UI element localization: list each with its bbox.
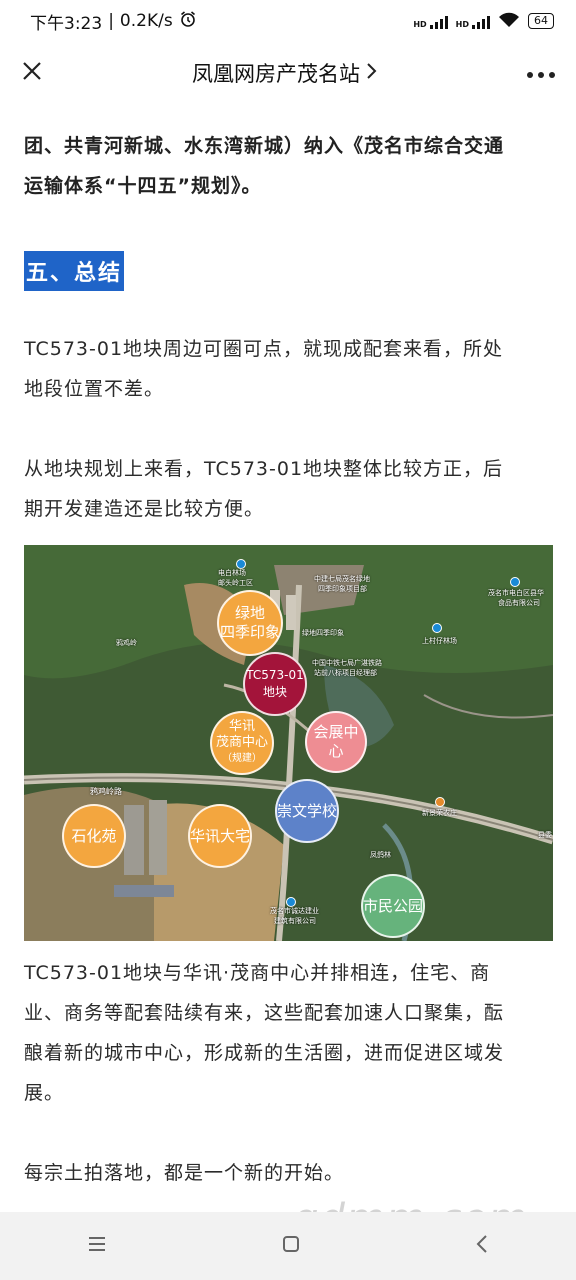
- map-background: [24, 545, 553, 941]
- more-icon[interactable]: [526, 64, 556, 83]
- map-poi-label: 凤鸽林: [370, 851, 391, 859]
- map-pin-icon: [236, 559, 246, 569]
- bubble-label: 四季印象: [219, 623, 280, 641]
- paragraph-line: TC573-01地块周边可圈可点，就现成配套来看，所处: [24, 338, 504, 360]
- bubble-citizen-park: 市民公园: [361, 874, 425, 938]
- map-pin-icon: [286, 897, 296, 907]
- intro-paragraph-line: 团、共青河新城、水东湾新城）纳入《茂名市综合交通: [24, 135, 505, 157]
- top-nav-bar: 凤凰网房产茂名站: [0, 42, 576, 104]
- back-icon[interactable]: [474, 1233, 490, 1259]
- map-poi-label: 鸦鸡岭: [116, 639, 137, 647]
- map-poi-label: 茂名市诚达建业: [270, 907, 319, 915]
- map-poi-label: 中建七局茂名绿地: [314, 575, 370, 583]
- bubble-huaxun-maoshang: 华讯 茂商中心 （规建）: [210, 711, 274, 775]
- map-poi-label: 邮头岭工区: [218, 579, 253, 587]
- page-title: 凤凰网房产茂名站: [192, 62, 360, 86]
- wifi-icon: [498, 12, 520, 31]
- bubble-label: 石化苑: [71, 826, 117, 845]
- bubble-plot-tc573-01: TC573-01 地块: [243, 652, 307, 716]
- bubble-label: 华讯: [228, 719, 255, 734]
- alarm-icon: [179, 10, 197, 33]
- map-poi-label: 鸦鸡岭路: [90, 787, 122, 796]
- status-bar: 下午3:23 | 0.2K/s HD HD 64: [0, 0, 576, 42]
- bubble-label: 茂商中心: [215, 735, 268, 750]
- intro-paragraph-line: 运输体系“十四五”规划》。: [24, 175, 262, 197]
- battery-icon: 64: [528, 13, 554, 29]
- paragraph-line: 酿着新的城市中心，形成新的生活圈，进而促进区域发: [24, 1042, 505, 1064]
- map-poi-label: 电白林场: [218, 569, 246, 577]
- map-poi-label: 绿地四季印象: [302, 629, 344, 637]
- map-poi-label: 中国中铁七局广湛铁路: [312, 659, 382, 667]
- page-title-link[interactable]: 凤凰网房产茂名站: [192, 58, 378, 88]
- map-poi-label: 四季印象项目部: [318, 585, 367, 593]
- map-poi-label: 站前八标项目经理部: [314, 669, 377, 677]
- bubble-label: （规建）: [222, 753, 262, 764]
- status-time: 下午3:23: [30, 13, 103, 34]
- paragraph-line: 从地块规划上来看，TC573-01地块整体比较方正，后: [24, 458, 504, 480]
- bubble-huaxun-dazhai: 华讯大宅: [188, 804, 252, 868]
- paragraph-line: 业、商务等配套陆续有来，这些配套加速人口聚集，酝: [24, 1002, 505, 1024]
- paragraph-line: 每宗土拍落地，都是一个新的开始。: [24, 1162, 345, 1184]
- chevron-right-icon: [366, 61, 378, 85]
- map-poi-label: 建筑有限公司: [274, 917, 316, 925]
- bubble-lvdi-sijiyinxiang: 绿地 四季印象: [217, 590, 283, 656]
- hd-signal-icon-2: HD: [456, 13, 490, 29]
- map-poi-label: 县委: [538, 831, 552, 839]
- bubble-label: 地块: [262, 685, 287, 699]
- paragraph-line: 展。: [24, 1082, 65, 1104]
- home-icon[interactable]: [280, 1233, 302, 1259]
- article-content: 团、共青河新城、水东湾新城）纳入《茂名市综合交通 运输体系“十四五”规划》。 五…: [0, 104, 576, 1212]
- bubble-label: 会展中心: [313, 723, 359, 760]
- map-poi-label: 食品有限公司: [498, 599, 540, 607]
- bubble-label: 华讯大宅: [190, 826, 251, 845]
- bubble-label: 崇文学校: [277, 801, 338, 820]
- system-nav-bar: [0, 1212, 576, 1280]
- menu-icon[interactable]: [86, 1235, 108, 1257]
- bubble-label: TC573-01: [246, 668, 304, 682]
- hd-signal-icon: HD: [413, 13, 448, 29]
- map-poi-label: 上村仔林场: [422, 637, 457, 645]
- section-heading: 五、总结: [24, 251, 125, 291]
- close-icon[interactable]: [20, 59, 44, 87]
- bubble-chongwen-school: 崇文学校: [275, 779, 339, 843]
- map-pin-icon: [510, 577, 520, 587]
- status-separator: |: [108, 11, 114, 31]
- map-pin-icon: [432, 623, 442, 633]
- paragraph-line: 期开发建造还是比较方便。: [24, 498, 265, 520]
- bubble-label: 市民公园: [363, 896, 424, 915]
- bubble-label: 绿地: [234, 604, 265, 622]
- paragraph-line: 地段位置不差。: [24, 378, 165, 400]
- bubble-expo-center: 会展中心: [305, 711, 367, 773]
- satellite-map-image[interactable]: 电白林场 邮头岭工区 中建七局茂名绿地 四季印象项目部 绿地四季印象 上村仔林场…: [24, 545, 553, 941]
- bubble-shihuayuan: 石化苑: [62, 804, 126, 868]
- paragraph-line: TC573-01地块与华讯·茂商中心并排相连，住宅、商: [24, 962, 491, 984]
- map-poi-label: 新景荣农庄: [422, 809, 457, 817]
- status-speed: 0.2K/s: [119, 11, 173, 31]
- map-poi-label: 茂名市电白区县华: [488, 589, 544, 597]
- map-pin-icon: [435, 797, 445, 807]
